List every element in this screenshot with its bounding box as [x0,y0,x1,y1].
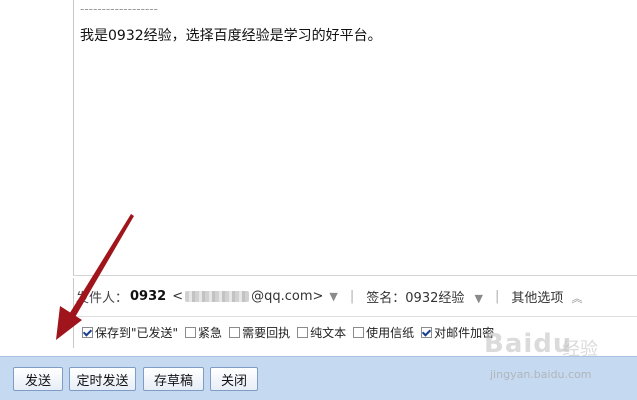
message-body-editor[interactable]: ------------------ 我是0932经验，选择百度经验是学习的好平… [73,0,637,276]
sender-email-prefix: < [172,288,184,304]
option-save-to-sent[interactable]: 保存到"已发送" [82,324,178,341]
option-label: 使用信纸 [366,326,415,340]
option-stationery[interactable]: 使用信纸 [353,324,414,341]
divider: | [349,288,355,304]
urgent-checkbox[interactable] [185,327,197,338]
sender-label: 发件人： [76,290,129,306]
option-read-receipt[interactable]: 需要回执 [229,324,290,341]
option-encrypt[interactable]: 对邮件加密 [421,324,494,341]
read-receipt-checkbox[interactable] [229,327,241,338]
encrypt-checkbox[interactable] [421,327,433,338]
save-draft-button[interactable]: 存草稿 [143,367,204,391]
close-button[interactable]: 关闭 [210,367,258,391]
option-label: 紧急 [198,326,223,340]
send-options-row: 保存到"已发送" 紧急 需要回执 纯文本 使用信纸 对邮件加密 [73,316,637,348]
redacted-email-blur [185,290,250,302]
option-label: 需要回执 [242,326,291,340]
signature-divider: ------------------ [80,2,158,16]
double-chevron-up-icon[interactable]: ︽ [572,292,583,305]
option-plain-text[interactable]: 纯文本 [297,324,346,341]
left-margin [0,0,74,356]
option-label: 对邮件加密 [434,326,495,340]
other-options-toggle[interactable]: 其他选项 ︽ [511,287,582,306]
sender-row: 发件人： 0932 < @qq.com> ▼ | 签名：0932经验 ▼ | 其… [73,278,637,314]
signature-value: 0932经验 [405,290,465,306]
message-body-text[interactable]: 我是0932经验，选择百度经验是学习的好平台。 [80,25,382,45]
plain-text-checkbox[interactable] [297,327,309,338]
option-urgent[interactable]: 紧急 [185,324,222,341]
sender-email-suffix: @qq.com> [251,288,324,304]
other-options-label: 其他选项 [511,290,564,306]
dropdown-triangle-icon[interactable]: ▼ [329,290,337,303]
sender-name: 0932 [130,288,167,304]
send-button[interactable]: 发送 [13,367,63,391]
option-label: 纯文本 [310,326,347,340]
signature-label: 签名： [366,290,406,306]
divider: | [494,288,500,304]
signature-dropdown[interactable]: 签名：0932经验 ▼ [366,287,483,306]
stationery-checkbox[interactable] [353,327,365,338]
dropdown-triangle-icon[interactable]: ▼ [475,292,483,305]
bottom-toolbar: 发送 定时发送 存草稿 关闭 [0,356,637,400]
option-label: 保存到"已发送" [95,326,179,340]
compose-window: ------------------ 我是0932经验，选择百度经验是学习的好平… [0,0,637,400]
save-to-sent-checkbox[interactable] [82,327,93,338]
sender-email-dropdown[interactable]: < @qq.com> ▼ [172,289,338,304]
scheduled-send-button[interactable]: 定时发送 [69,367,136,391]
